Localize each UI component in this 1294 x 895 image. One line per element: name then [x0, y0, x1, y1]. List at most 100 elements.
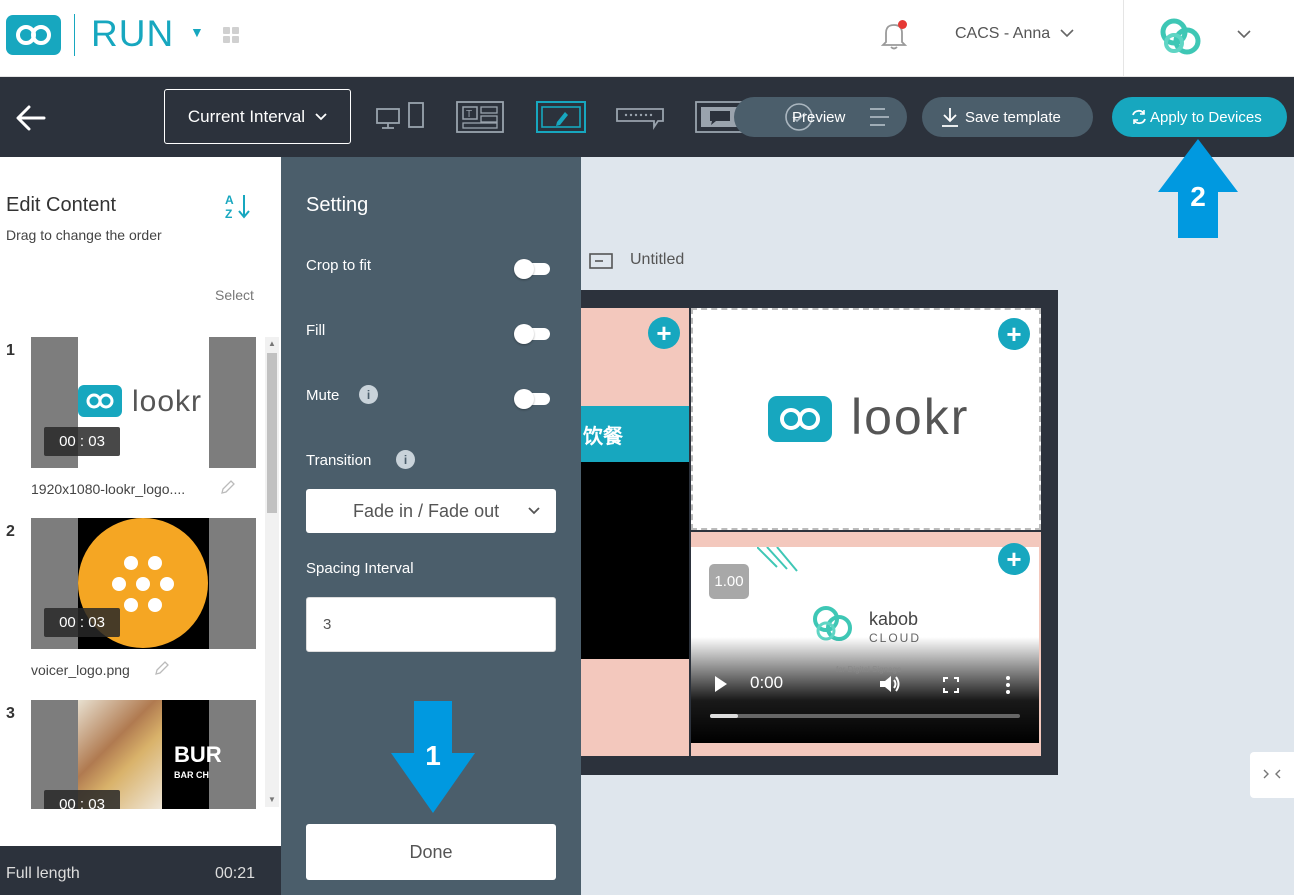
kabob-brand-icon[interactable] — [1155, 15, 1207, 59]
transition-select[interactable]: Fade in / Fade out — [306, 489, 556, 533]
full-length-value: 00:21 — [215, 865, 256, 882]
apply-to-devices-label: Apply to Devices — [1150, 109, 1262, 126]
save-template-button[interactable]: Save template — [922, 97, 1093, 137]
scroll-up-icon[interactable]: ▲ — [268, 339, 276, 348]
done-button[interactable]: Done — [306, 824, 556, 880]
scroll-thumb[interactable] — [267, 353, 277, 513]
ticker-icon[interactable] — [614, 97, 666, 137]
screen-preview: 饮餐 + lookr + kabob CLOUD for Digital Sig… — [581, 290, 1058, 775]
toggle-knob — [514, 389, 534, 409]
chevron-down-icon — [528, 507, 540, 515]
mute-info-icon[interactable]: i — [359, 385, 378, 404]
download-icon — [942, 108, 958, 127]
user-name[interactable]: CACS - Anna — [955, 25, 1050, 43]
crop-to-fit-label: Crop to fit — [306, 257, 372, 274]
user-chevron-down-icon[interactable] — [1058, 26, 1076, 40]
burger-text: BUR — [174, 742, 222, 767]
lookr-logo-icon[interactable] — [6, 15, 61, 55]
bar-text: BAR CH — [174, 770, 209, 780]
rename-pencil-icon[interactable] — [220, 479, 236, 495]
zone-black-block — [581, 462, 689, 659]
apps-grid-icon[interactable] — [223, 27, 239, 43]
fullscreen-icon[interactable] — [942, 676, 960, 694]
svg-text:Z: Z — [225, 207, 232, 221]
add-content-bottom-icon[interactable]: + — [998, 543, 1030, 575]
annotation-arrow-down: 1 — [391, 701, 475, 813]
layout-icon — [589, 253, 613, 269]
arrow-1-label: 1 — [425, 740, 441, 771]
full-length-label: Full length — [6, 865, 80, 882]
interval-select[interactable]: Current Interval — [164, 89, 351, 144]
play-icon[interactable] — [713, 675, 729, 693]
crop-to-fit-toggle[interactable] — [514, 259, 550, 279]
collapse-icon — [1263, 769, 1281, 779]
edit-content-subtitle: Drag to change the order — [6, 227, 162, 243]
top-bar: RUN ▼ CACS - Anna — [0, 0, 1294, 77]
decorative-stripes — [757, 547, 798, 572]
collapse-panel-tab[interactable] — [1250, 752, 1294, 798]
lookr-logo-icon — [78, 385, 122, 417]
brand-chevron-down-icon[interactable] — [1235, 27, 1253, 41]
item-number: 3 — [6, 705, 15, 722]
add-content-left-icon[interactable]: + — [648, 317, 680, 349]
content-thumbnail[interactable]: lookr 00 : 03 — [31, 337, 256, 468]
content-list-scrollbar[interactable]: ▲ ▼ — [265, 337, 279, 807]
preview-label: Preview — [792, 109, 846, 126]
toggle-knob — [514, 259, 534, 279]
fill-toggle[interactable] — [514, 324, 550, 344]
file-name: 1920x1080-lookr_logo.... — [31, 481, 186, 497]
annotation-arrow-up: 2 — [1158, 139, 1238, 238]
canvas-area: Untitled 饮餐 + lookr + kabob CLOUD for Di… — [581, 157, 1294, 895]
transition-label: Transition — [306, 452, 372, 469]
volume-icon[interactable] — [878, 673, 902, 695]
back-arrow-icon[interactable] — [14, 103, 48, 133]
spacing-interval-input[interactable] — [306, 597, 556, 652]
text-layout-icon[interactable]: T — [454, 97, 506, 137]
layout-name[interactable]: Untitled — [630, 251, 684, 269]
content-thumbnail[interactable]: 00 : 03 — [31, 518, 256, 649]
select-link[interactable]: Select — [215, 287, 254, 303]
more-options-icon[interactable] — [1005, 675, 1011, 695]
interval-select-label: Current Interval — [187, 106, 306, 126]
zone-left[interactable]: 饮餐 — [581, 308, 689, 756]
lookr-wordmark: lookr — [851, 389, 970, 445]
sort-az-icon[interactable]: AZ — [223, 191, 253, 221]
edit-zone-icon[interactable] — [535, 97, 587, 137]
notification-dot — [898, 20, 907, 29]
arrow-2-label: 2 — [1190, 181, 1206, 212]
app-caret-down-icon[interactable]: ▼ — [190, 24, 204, 40]
setting-title: Setting — [306, 194, 369, 216]
lookr-wordmark: lookr — [132, 385, 203, 418]
scroll-down-icon[interactable]: ▼ — [268, 795, 276, 804]
content-thumbnail[interactable]: BUR BAR CH 00 : 03 — [31, 700, 256, 809]
video-progress-bar[interactable] — [710, 714, 1020, 718]
rename-pencil-icon[interactable] — [154, 660, 170, 676]
zone-top-right[interactable]: lookr — [691, 308, 1041, 530]
video-player[interactable]: kabob CLOUD for Digital Signage 1.00 0:0… — [691, 547, 1039, 743]
app-name[interactable]: RUN — [91, 13, 174, 55]
preview-button[interactable]: Preview — [734, 97, 907, 137]
mute-toggle[interactable] — [514, 389, 550, 409]
logo-divider — [74, 14, 75, 56]
kabob-text: kabob — [869, 609, 919, 629]
playback-speed-badge[interactable]: 1.00 — [709, 564, 749, 599]
devices-icon[interactable] — [375, 97, 427, 137]
item-number: 1 — [6, 342, 15, 359]
chevron-down-icon — [315, 112, 327, 120]
full-length-footer: Full length 00:21 — [0, 846, 281, 895]
edit-content-panel: Edit Content Drag to change the order AZ… — [0, 157, 281, 895]
duration-badge: 00 : 03 — [44, 427, 120, 456]
apply-to-devices-button[interactable]: Apply to Devices — [1112, 97, 1287, 137]
header-divider — [1123, 0, 1124, 77]
video-time: 0:00 — [750, 673, 784, 692]
fill-label: Fill — [306, 322, 326, 339]
transition-info-icon[interactable]: i — [396, 450, 415, 469]
file-name: voicer_logo.png — [31, 662, 130, 678]
editor-toolbar: Current Interval T Preview Save template… — [0, 77, 1294, 157]
mute-label: Mute — [306, 387, 340, 404]
item-number: 2 — [6, 523, 15, 540]
add-content-top-icon[interactable]: + — [998, 318, 1030, 350]
transition-value: Fade in / Fade out — [353, 501, 500, 521]
video-progress-fill — [710, 714, 738, 718]
duration-badge: 00 : 03 — [44, 608, 120, 637]
